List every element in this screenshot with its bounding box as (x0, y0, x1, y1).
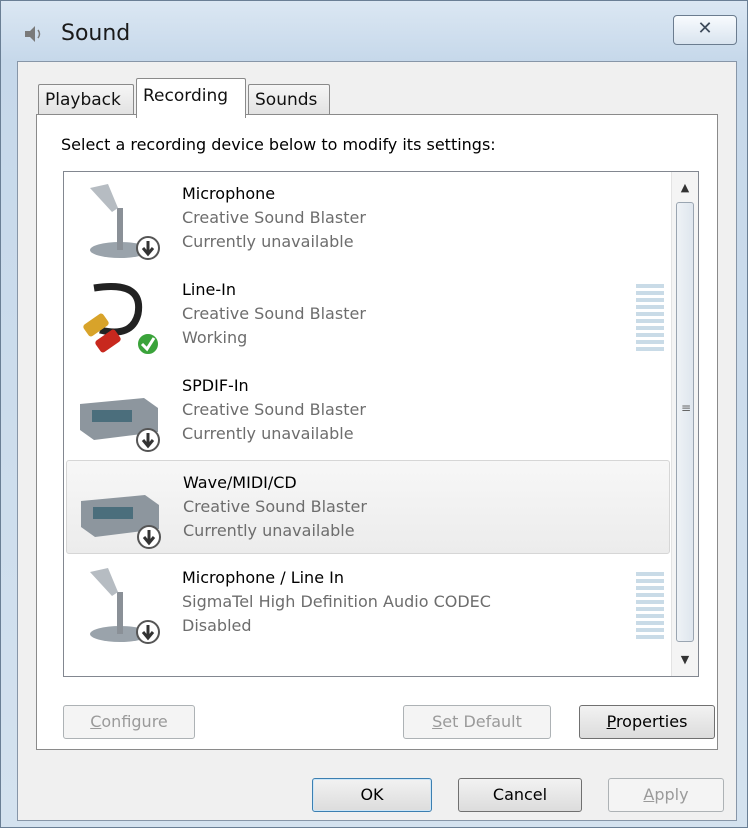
device-item-microphone-line-in[interactable]: Microphone / Line In SigmaTel High Defin… (66, 556, 670, 650)
check-badge (136, 332, 160, 356)
device-item-spdif-in[interactable]: SPDIF-In Creative Sound Blaster Currentl… (66, 364, 670, 458)
device-name: SPDIF-In (182, 376, 249, 395)
device-item-wave-midi-cd[interactable]: Wave/MIDI/CD Creative Sound Blaster Curr… (66, 460, 670, 554)
device-item-line-in[interactable]: Line-In Creative Sound Blaster Working (66, 268, 670, 362)
device-status: Currently unavailable (182, 424, 354, 443)
microphone-icon (90, 184, 160, 260)
window-title: Sound (61, 21, 131, 46)
device-item-microphone[interactable]: Microphone Creative Sound Blaster Curren… (66, 172, 670, 266)
rca-cable-icon (83, 283, 160, 356)
device-driver: Creative Sound Blaster (182, 304, 366, 323)
properties-button[interactable]: Properties (579, 705, 715, 739)
level-meter (636, 284, 664, 356)
device-status: Currently unavailable (183, 521, 355, 540)
title-bar[interactable]: Sound ✕ (1, 1, 747, 61)
device-driver: Creative Sound Blaster (182, 208, 366, 227)
device-driver: Creative Sound Blaster (183, 497, 367, 516)
device-driver: Creative Sound Blaster (182, 400, 366, 419)
device-status: Currently unavailable (182, 232, 354, 251)
tab-playback[interactable]: Playback (38, 84, 134, 114)
device-box-icon (80, 398, 160, 452)
device-list-scrollbar[interactable]: ▲ ≡ ▼ (671, 172, 698, 676)
scroll-up-arrow-icon[interactable]: ▲ (672, 176, 698, 200)
microphone-icon (90, 568, 160, 644)
device-status: Working (182, 328, 248, 347)
tab-recording[interactable]: Recording (136, 78, 246, 118)
scroll-grip-icon: ≡ (681, 401, 692, 415)
device-status: Disabled (182, 616, 252, 635)
device-name: Microphone (182, 184, 276, 203)
sound-dialog: Sound ✕ Playback Recording Sounds Select… (0, 0, 748, 828)
device-name: Line-In (182, 280, 236, 299)
set-default-button[interactable]: Set Default (403, 705, 551, 739)
close-icon: ✕ (697, 18, 713, 39)
configure-button[interactable]: Configure (63, 705, 195, 739)
instruction-text: Select a recording device below to modif… (61, 135, 496, 154)
recording-tab-panel: Select a recording device below to modif… (36, 114, 718, 750)
level-meter (636, 572, 664, 644)
device-driver: SigmaTel High Definition Audio CODEC (182, 592, 491, 611)
dialog-client-area: Playback Recording Sounds Select a recor… (17, 61, 737, 821)
cancel-button[interactable]: Cancel (458, 778, 582, 812)
device-name: Microphone / Line In (182, 568, 344, 587)
ok-button[interactable]: OK (312, 778, 432, 812)
speaker-icon (25, 26, 41, 42)
device-box-icon (81, 495, 161, 549)
close-button[interactable]: ✕ (673, 15, 737, 45)
apply-button[interactable]: Apply (608, 778, 724, 812)
scrollbar-thumb[interactable]: ≡ (676, 202, 694, 642)
tab-sounds[interactable]: Sounds (248, 84, 330, 114)
recording-device-list[interactable]: Microphone Creative Sound Blaster Curren… (63, 171, 699, 677)
scroll-down-arrow-icon[interactable]: ▼ (672, 648, 698, 672)
device-name: Wave/MIDI/CD (183, 473, 297, 492)
